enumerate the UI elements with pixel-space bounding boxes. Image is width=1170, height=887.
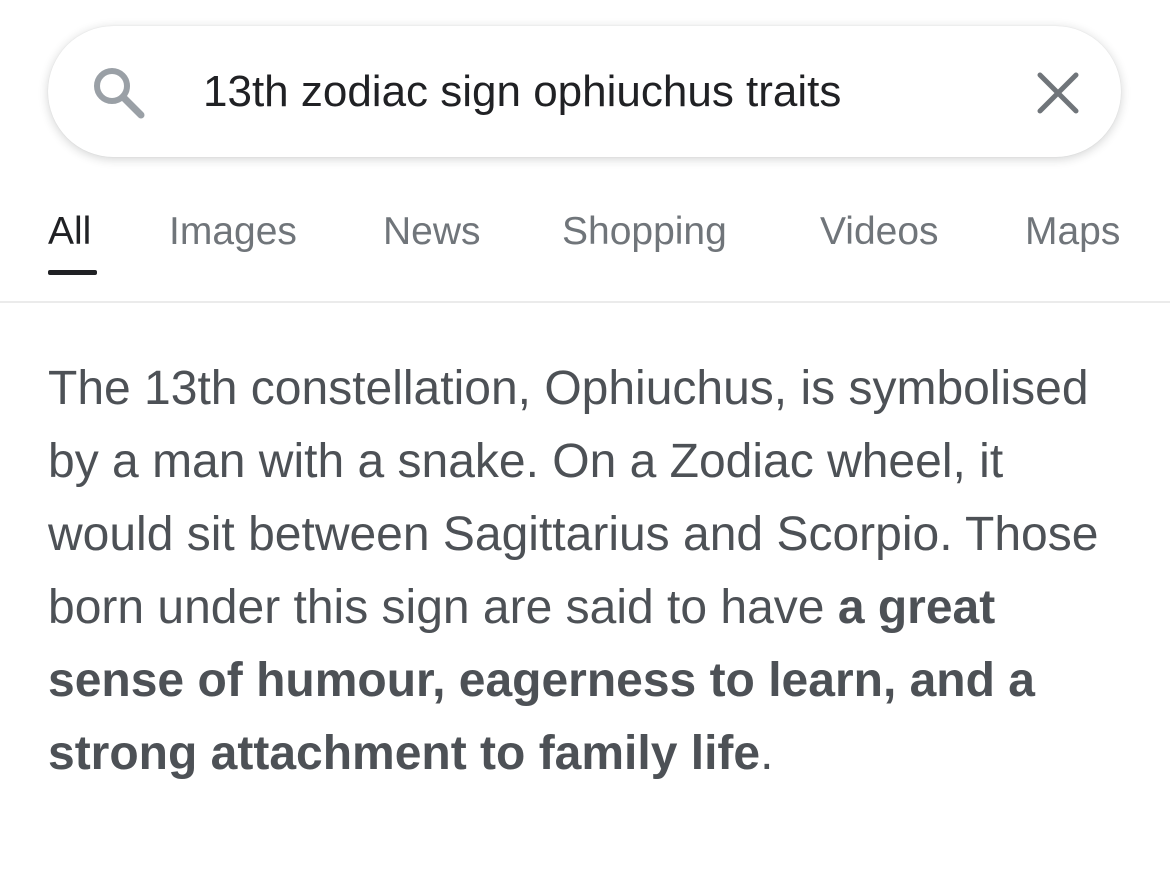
active-tab-indicator bbox=[48, 270, 97, 275]
snippet-text-end: . bbox=[760, 727, 774, 780]
search-input[interactable] bbox=[203, 52, 1003, 132]
close-icon[interactable] bbox=[1034, 69, 1082, 117]
tab-maps[interactable]: Maps bbox=[1025, 210, 1120, 254]
search-icon[interactable] bbox=[88, 62, 150, 124]
search-tabs: All Images News Shopping Videos Maps bbox=[0, 196, 1170, 302]
tab-shopping[interactable]: Shopping bbox=[562, 210, 727, 254]
tabs-divider bbox=[0, 301, 1170, 303]
tab-images[interactable]: Images bbox=[169, 210, 297, 254]
tab-all[interactable]: All bbox=[48, 210, 91, 254]
tab-news[interactable]: News bbox=[383, 210, 481, 254]
tab-videos[interactable]: Videos bbox=[820, 210, 939, 254]
featured-snippet: The 13th constellation, Ophiuchus, is sy… bbox=[48, 352, 1128, 790]
